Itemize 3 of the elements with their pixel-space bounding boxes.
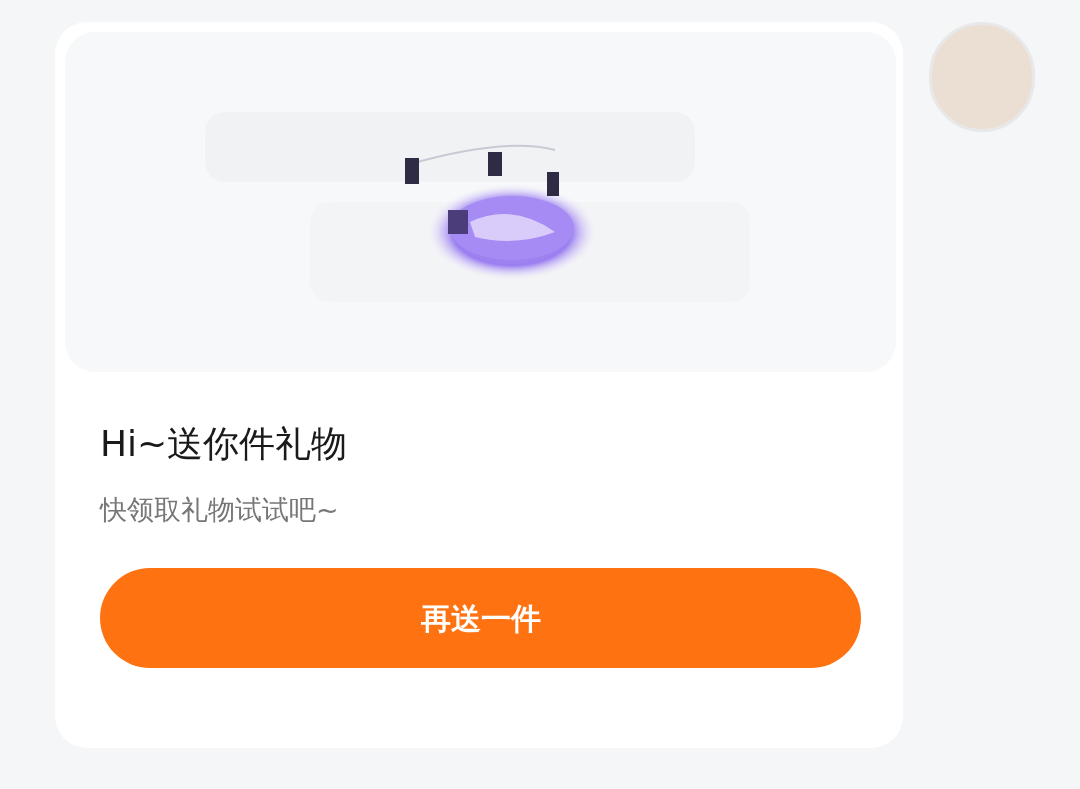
message-title: Hi~送你件礼物 <box>100 422 349 466</box>
message-subtitle: 快领取礼物试试吧~ <box>100 493 340 527</box>
send-again-button[interactable]: 再送一件 <box>100 568 861 668</box>
